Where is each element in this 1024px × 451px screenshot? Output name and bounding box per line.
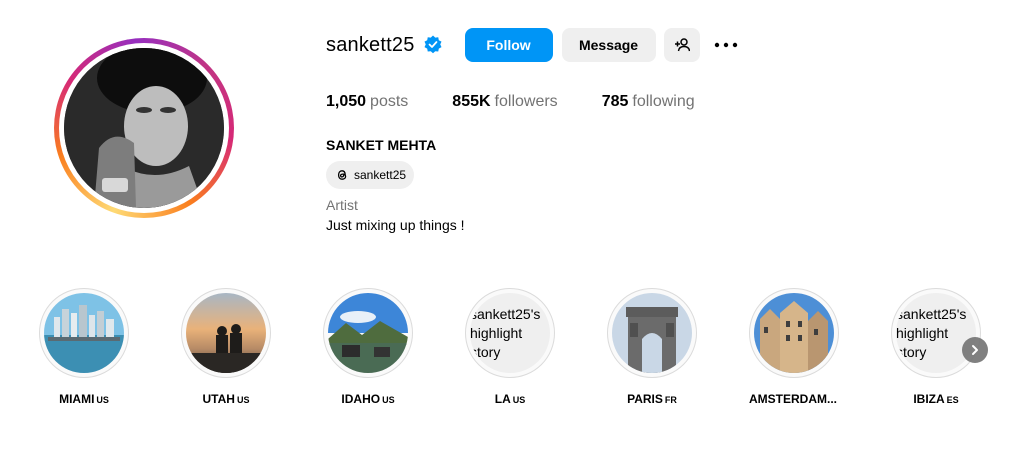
more-options-button[interactable] — [710, 28, 742, 62]
highlight-ring — [749, 288, 839, 378]
highlight-ring — [323, 288, 413, 378]
highlight-cover — [328, 293, 408, 373]
highlight-ring: sankett25's highlight story — [465, 288, 555, 378]
highlight-label: IDAHO US — [323, 392, 413, 406]
highlight-utah[interactable]: UTAH US — [181, 288, 271, 406]
threads-icon — [337, 170, 347, 180]
highlight-miami[interactable]: MIAMI US — [39, 288, 129, 406]
highlight-label: UTAH US — [181, 392, 271, 406]
highlight-country: ES — [946, 395, 959, 405]
more-options-icon — [714, 42, 737, 48]
suggested-accounts-button[interactable] — [663, 28, 700, 62]
highlight-label: AMSTERDAM... — [749, 392, 839, 406]
highlight-la[interactable]: sankett25's highlight story LA US — [465, 288, 555, 406]
highlight-cover-alt-text: sankett25's highlight story — [470, 293, 550, 373]
highlight-name: IDAHO — [341, 392, 381, 406]
highlight-name: AMSTERDAM... — [749, 392, 837, 406]
highlight-cover — [754, 293, 834, 373]
add-person-icon — [674, 38, 690, 52]
highlight-cover — [186, 293, 266, 373]
highlight-cover — [44, 293, 124, 373]
username: sankett25 — [326, 33, 415, 56]
highlight-ring — [39, 288, 129, 378]
follow-button[interactable]: Follow — [464, 28, 553, 62]
chevron-right-icon — [972, 345, 978, 355]
highlight-name: UTAH — [202, 392, 235, 406]
following-count: 785 — [601, 93, 629, 110]
highlight-country: US — [96, 395, 109, 405]
profile-header-row: sankett25 Follow Message — [326, 28, 742, 62]
highlight-country: FR — [664, 395, 677, 405]
highlight-name: PARIS — [627, 392, 663, 406]
followers-label: followers — [494, 93, 558, 110]
highlight-paris[interactable]: PARIS FR — [607, 288, 697, 406]
profile-category: Artist — [326, 197, 358, 213]
profile-avatar[interactable] — [64, 48, 224, 208]
profile-avatar-ring[interactable] — [54, 38, 234, 218]
message-button[interactable]: Message — [561, 28, 656, 62]
posts-count: 1,050 — [326, 93, 367, 110]
profile-bio: Just mixing up things ! — [326, 217, 465, 233]
full-name: SANKET MEHTA — [326, 137, 437, 153]
highlight-ring — [181, 288, 271, 378]
highlight-country: US — [236, 395, 250, 405]
profile-stats: 1,050 posts 855K followers 785 following — [326, 93, 739, 111]
highlight-country: US — [382, 395, 395, 405]
highlight-ring: sankett25's highlight story — [891, 288, 981, 378]
highlight-country: US — [512, 395, 526, 405]
highlight-label: IBIZA ES — [891, 392, 981, 406]
highlight-ring — [607, 288, 697, 378]
highlight-name: MIAMI — [59, 392, 95, 406]
posts-stat: 1,050 posts — [326, 93, 408, 111]
posts-label: posts — [370, 93, 409, 110]
highlight-label: LA US — [465, 392, 555, 406]
highlight-cover — [612, 293, 692, 373]
followers-count: 855K — [452, 93, 491, 110]
verified-badge-icon — [423, 35, 443, 55]
highlight-label: MIAMI US — [39, 392, 129, 406]
highlight-name: IBIZA — [913, 392, 945, 406]
threads-link[interactable]: sankett25 — [326, 161, 415, 189]
highlight-label: PARIS FR — [607, 392, 697, 406]
highlight-amsterdam[interactable]: AMSTERDAM... — [749, 288, 839, 406]
highlight-cover-alt-text: sankett25's highlight story — [896, 293, 976, 373]
highlights-next-button[interactable] — [962, 337, 988, 363]
followers-stat[interactable]: 855K followers — [452, 93, 557, 111]
following-stat[interactable]: 785 following — [602, 93, 695, 111]
threads-handle: sankett25 — [354, 168, 407, 182]
following-label: following — [632, 93, 695, 110]
highlight-idaho[interactable]: IDAHO US — [323, 288, 413, 406]
avatar-portrait — [64, 48, 224, 208]
highlight-name: LA — [494, 392, 511, 406]
